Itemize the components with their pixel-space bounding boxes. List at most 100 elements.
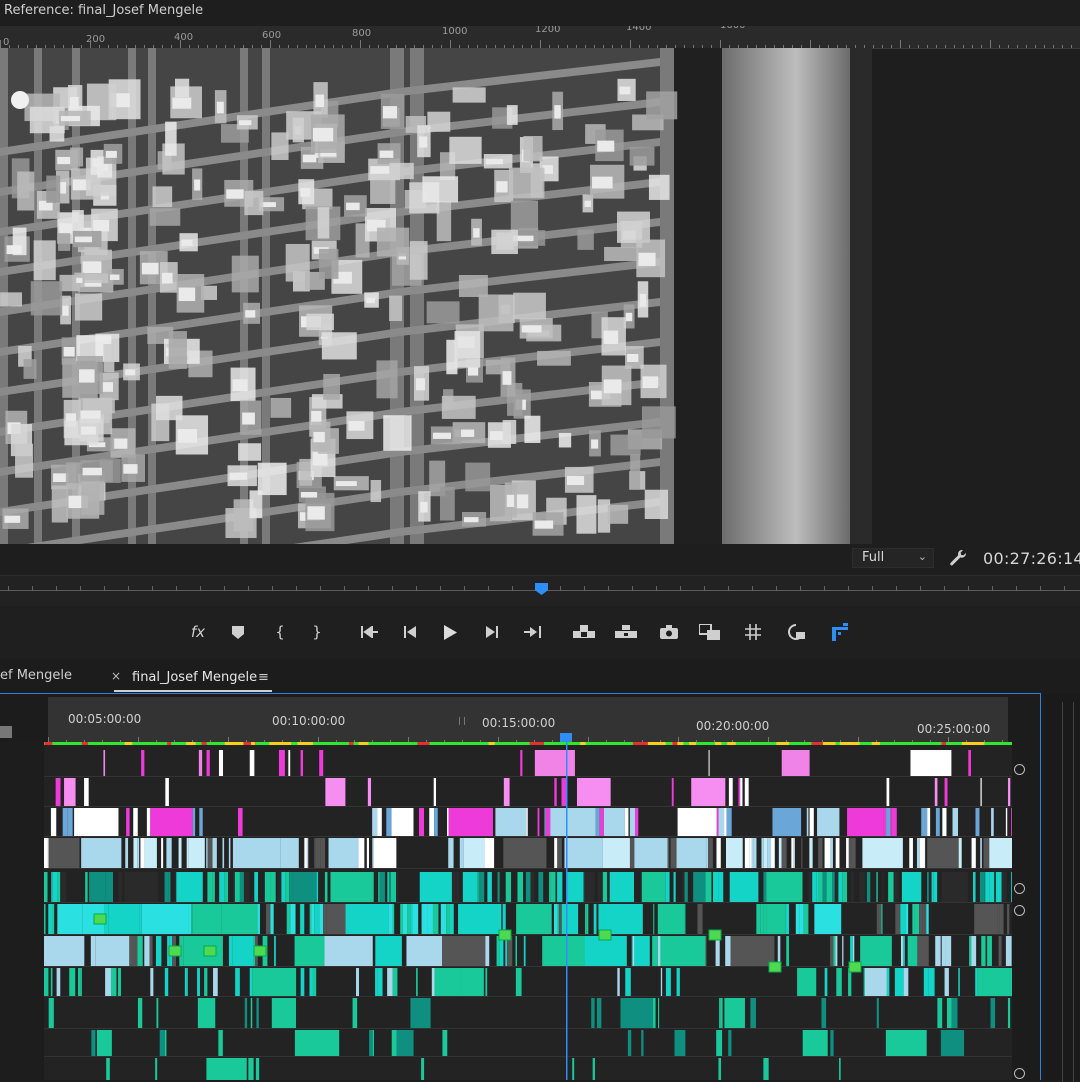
scrub-tick	[272, 586, 273, 591]
scrub-tick	[800, 586, 801, 591]
step-forward-button[interactable]	[482, 606, 502, 658]
scrub-tick	[128, 586, 129, 591]
scrub-tick	[56, 586, 57, 591]
time-label: 00:05:00:00	[68, 712, 142, 726]
track-handle-icon[interactable]	[1014, 764, 1025, 775]
extract-icon	[615, 625, 637, 638]
extract-button[interactable]	[614, 606, 638, 658]
scrub-tick	[896, 586, 897, 591]
scrub-tick	[728, 586, 729, 591]
play-button[interactable]	[440, 606, 460, 658]
ruler-label: 600	[262, 30, 282, 41]
ruler-tick	[1008, 45, 1009, 48]
scrollbar-track[interactable]	[1062, 702, 1074, 1082]
ruler-tick	[963, 45, 964, 48]
step-back-button[interactable]	[400, 606, 420, 658]
add-marker-button[interactable]	[228, 606, 248, 658]
scrub-tick	[392, 586, 393, 591]
transport-controls: fx { }	[0, 606, 1080, 658]
scrub-tick	[968, 586, 969, 591]
step-forward-icon	[486, 626, 498, 638]
ruler-tick	[90, 40, 91, 48]
ruler-tick	[360, 40, 361, 48]
export-frame-button[interactable]	[658, 606, 680, 658]
mark-in-button[interactable]: {	[270, 606, 290, 658]
monitor-scrub-bar[interactable]	[0, 575, 1080, 606]
tab-active-sequence[interactable]: final_Josef Mengele	[132, 670, 257, 685]
ruler-tick	[927, 45, 928, 48]
ruler-tick	[900, 40, 901, 48]
scrub-tick	[344, 586, 345, 591]
ruler-tick	[954, 45, 955, 48]
monitor-playhead[interactable]	[535, 583, 548, 595]
ruler-tick	[1053, 45, 1054, 48]
zoom-level-value: Full	[862, 550, 885, 565]
active-tab-indicator	[114, 690, 272, 692]
snap-icon[interactable]	[0, 726, 12, 738]
chevron-down-icon: ⌄	[917, 550, 927, 563]
ruler-tick	[1017, 45, 1018, 48]
lift-button[interactable]	[572, 606, 596, 658]
mark-in-label: {	[275, 623, 285, 641]
time-label: 00:15:00:00	[482, 716, 556, 730]
ruler-tick	[936, 45, 937, 48]
mark-out-label: }	[312, 623, 322, 641]
scrub-tick	[1016, 586, 1017, 591]
ruler-label: 1400	[626, 26, 652, 33]
proxy-icon	[788, 624, 805, 640]
scrub-tick	[200, 586, 201, 591]
track-handle-icon[interactable]	[1014, 905, 1025, 916]
pixel-ruler: 0 200 400 600 800 1000 1200 1400 1600 18…	[0, 26, 1080, 49]
clip-area[interactable]	[44, 742, 1012, 1080]
scrub-tick	[656, 586, 657, 591]
mark-out-button[interactable]: }	[307, 606, 327, 658]
grid-icon	[745, 624, 761, 640]
ruler-tick	[720, 40, 721, 48]
go-to-in-button[interactable]	[358, 606, 382, 658]
multicam-button[interactable]	[828, 606, 852, 658]
scrub-tick	[680, 586, 681, 591]
scrub-tick	[320, 586, 321, 591]
zoom-level-dropdown[interactable]: Full ⌄	[852, 548, 934, 568]
ruler-tick	[873, 45, 874, 48]
ruler-tick	[990, 40, 991, 48]
ruler-tick	[918, 45, 919, 48]
toggle-proxies-button[interactable]	[784, 606, 808, 658]
go-to-in-icon	[361, 626, 378, 638]
tab-previous-sequence[interactable]: ef Mengele	[0, 668, 72, 683]
ruler-tick	[450, 40, 451, 48]
track-handle-icon[interactable]	[1014, 883, 1025, 894]
ruler-label: 800	[352, 28, 372, 39]
panel-menu-icon[interactable]: ≡	[258, 670, 269, 685]
track-scroll-strip[interactable]	[1044, 694, 1080, 1082]
scrub-tick	[80, 586, 81, 591]
comparison-view-button[interactable]	[698, 606, 722, 658]
timeline-time-ruler[interactable]: 00:05:00:00 00:10:00:00 00:15:00:00 00:2…	[48, 697, 1008, 743]
ruler-zoom-handle[interactable]	[459, 717, 465, 725]
reference-monitor-title: Reference: final_Josef Mengele	[4, 3, 204, 18]
close-icon[interactable]: ×	[111, 669, 121, 683]
scrub-tick	[440, 586, 441, 591]
track-headers	[0, 726, 44, 1080]
scrub-tick	[248, 586, 249, 591]
scrub-tick	[512, 586, 513, 591]
ruler-label: 400	[174, 32, 194, 43]
scrub-tick	[824, 586, 825, 591]
ruler-tick	[1035, 45, 1036, 48]
ruler-tick	[909, 45, 910, 48]
timeline-tracks[interactable]	[44, 742, 1012, 1080]
track-handle-icon[interactable]	[1014, 1068, 1025, 1079]
scrub-tick	[368, 586, 369, 591]
scrub-tick	[176, 586, 177, 591]
fx-button[interactable]: fx	[188, 606, 208, 658]
ruler-label: 200	[86, 34, 106, 45]
scrub-tick	[632, 586, 633, 591]
go-to-out-icon	[524, 626, 541, 638]
time-label: 00:25:00:00	[917, 722, 991, 736]
go-to-out-button[interactable]	[520, 606, 544, 658]
reference-video-frame	[0, 48, 872, 544]
wrench-icon[interactable]	[948, 548, 970, 570]
multicam-icon	[832, 623, 848, 641]
safe-margins-button[interactable]	[742, 606, 764, 658]
ruler-tick	[1026, 45, 1027, 48]
